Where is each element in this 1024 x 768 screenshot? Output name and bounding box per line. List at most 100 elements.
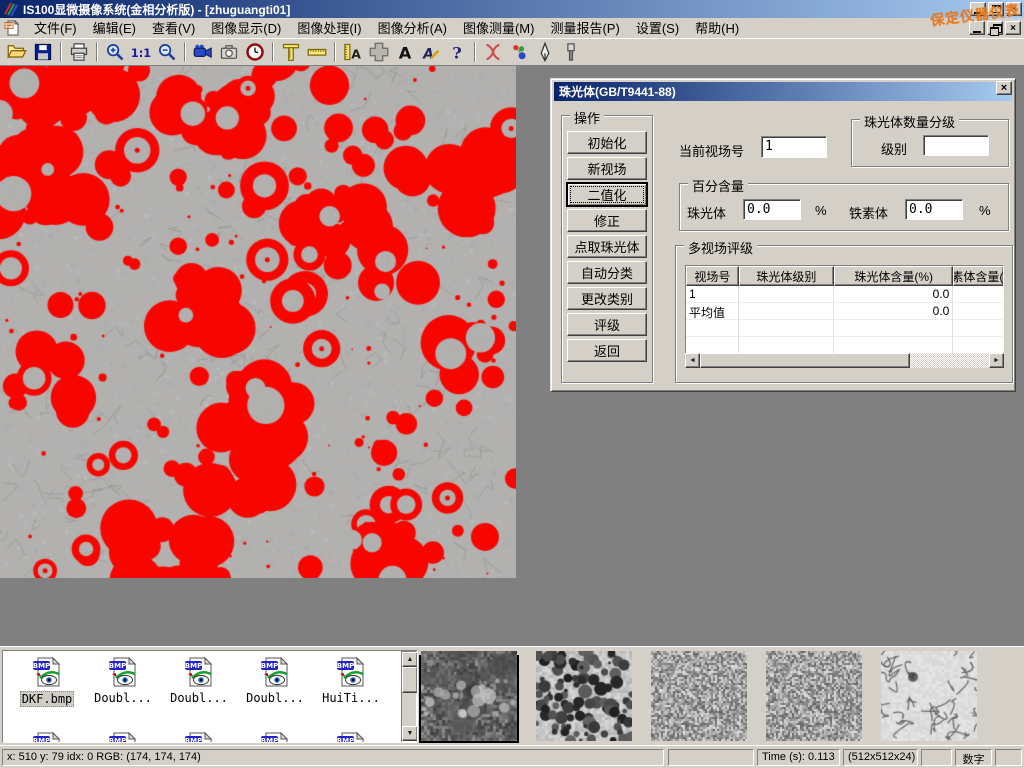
thumbnail-image-3[interactable]: [651, 651, 747, 741]
actual-size-button[interactable]: 1:1: [128, 40, 154, 64]
toolbar-separator: [334, 42, 336, 62]
ruler-button[interactable]: [304, 40, 330, 64]
scrollbar-thumb[interactable]: [402, 667, 418, 693]
menu-bar: 文件(F) 编辑(E) 查看(V) 图像显示(D) 图像处理(I) 图像分析(A…: [0, 18, 1024, 38]
save-button[interactable]: [30, 40, 56, 64]
table-row[interactable]: 平均值0.0: [686, 303, 1003, 320]
bmp-file-icon: BMP: [11, 656, 83, 691]
menu-file[interactable]: 文件(F): [26, 16, 85, 39]
help-button[interactable]: ?: [444, 40, 470, 64]
letter-a-icon: A: [395, 42, 415, 62]
scroll-right-button[interactable]: ►: [989, 353, 1004, 368]
thumbnail-image-2[interactable]: [536, 651, 632, 741]
pearlite-percent-input[interactable]: 0.0: [743, 199, 801, 220]
dialog-title-bar[interactable]: 珠光体(GB/T9441-88): [554, 82, 1012, 101]
scrollbar-track[interactable]: [910, 353, 989, 368]
table-row[interactable]: [686, 337, 1003, 354]
video-capture-button[interactable]: [190, 40, 216, 64]
table-cell: [953, 286, 1003, 303]
menu-measure-report[interactable]: 测量报告(P): [542, 16, 627, 39]
measure-text-button[interactable]: A: [340, 40, 366, 64]
open-button[interactable]: [4, 40, 30, 64]
text-label-button[interactable]: A: [392, 40, 418, 64]
file-item[interactable]: BMPHuiTi...: [315, 656, 387, 705]
curve-tool-button[interactable]: [480, 40, 506, 64]
file-name-label: DKF.bmp: [20, 691, 75, 707]
rate-button[interactable]: 评级: [567, 313, 647, 336]
menu-help[interactable]: 帮助(H): [687, 16, 747, 39]
file-item[interactable]: BMP: [87, 731, 159, 743]
menu-image-display[interactable]: 图像显示(D): [203, 16, 289, 39]
current-field-input[interactable]: 1: [761, 136, 827, 158]
change-class-button[interactable]: 更改类别: [567, 287, 647, 310]
grid-button[interactable]: [366, 40, 392, 64]
svg-text:A: A: [351, 46, 361, 61]
bmp-file-icon: BMP: [315, 731, 387, 743]
pick-pearlite-button[interactable]: 点取珠光体: [567, 235, 647, 258]
binarize-button[interactable]: 二值化: [567, 183, 647, 206]
level-input[interactable]: [923, 135, 989, 156]
file-item[interactable]: BMP: [315, 731, 387, 743]
svg-text:1:1: 1:1: [131, 47, 151, 60]
scrollbar-thumb[interactable]: [700, 353, 910, 368]
svg-text:BMP: BMP: [337, 662, 354, 670]
menu-image-analysis[interactable]: 图像分析(A): [370, 16, 455, 39]
auto-classify-button[interactable]: 自动分类: [567, 261, 647, 284]
menu-edit[interactable]: 编辑(E): [85, 16, 144, 39]
scroll-left-button[interactable]: ◄: [685, 353, 700, 368]
file-item[interactable]: BMPDoubl...: [87, 656, 159, 705]
file-item[interactable]: BMP: [11, 731, 83, 743]
cross-grid-icon: [369, 42, 389, 62]
child-close-button[interactable]: ×: [1005, 21, 1021, 35]
correct-button[interactable]: 修正: [567, 209, 647, 232]
menu-image-measure[interactable]: 图像测量(M): [455, 16, 543, 39]
file-item[interactable]: BMPDoubl...: [163, 656, 235, 705]
table-header-cell[interactable]: 视场号: [686, 266, 739, 286]
brush-button[interactable]: [558, 40, 584, 64]
print-button[interactable]: [66, 40, 92, 64]
caliper-icon: [281, 42, 301, 62]
menu-image-processing[interactable]: 图像处理(I): [289, 16, 369, 39]
annotate-button[interactable]: A: [418, 40, 444, 64]
classify-points-button[interactable]: [506, 40, 532, 64]
file-item[interactable]: BMP: [239, 731, 311, 743]
zoom-in-button[interactable]: [102, 40, 128, 64]
ferrite-percent-input[interactable]: 0.0: [905, 199, 963, 220]
new-field-button[interactable]: 新视场: [567, 157, 647, 180]
thumbnail-image-5[interactable]: [881, 651, 977, 741]
snapshot-button[interactable]: [216, 40, 242, 64]
restore-icon: [990, 24, 1000, 33]
zoom-out-button[interactable]: [154, 40, 180, 64]
scroll-up-button[interactable]: ▲: [402, 652, 418, 667]
return-button[interactable]: 返回: [567, 339, 647, 362]
table-header-cell[interactable]: 珠光体级别: [739, 266, 834, 286]
table-horizontal-scrollbar: ◄ ►: [685, 353, 1004, 368]
brush-icon: [561, 42, 581, 62]
table-header-cell[interactable]: 珠光体含量(%): [834, 266, 953, 286]
file-item[interactable]: BMPDKF.bmp: [11, 656, 83, 707]
ferrite-label: 铁素体: [849, 203, 888, 222]
table-header-cell[interactable]: 铁素体含量(%): [953, 266, 1003, 286]
level-label: 级别: [881, 139, 907, 158]
pen-button[interactable]: [532, 40, 558, 64]
video-camera-icon: [193, 42, 213, 62]
file-item[interactable]: BMPDoubl...: [239, 656, 311, 705]
scroll-down-button[interactable]: ▼: [402, 726, 418, 741]
svg-text:BMP: BMP: [261, 662, 278, 670]
thumbnail-image-4[interactable]: [766, 651, 862, 741]
menu-view[interactable]: 查看(V): [144, 16, 203, 39]
table-row[interactable]: [686, 320, 1003, 337]
svg-text:A: A: [422, 46, 434, 62]
status-bar: x: 510 y: 79 idx: 0 RGB: (174, 174, 174)…: [0, 745, 1024, 768]
table-row[interactable]: 10.0: [686, 286, 1003, 303]
timer-button[interactable]: [242, 40, 268, 64]
caliper-button[interactable]: [278, 40, 304, 64]
thumbnail-image-1[interactable]: [421, 651, 517, 741]
initialize-button[interactable]: 初始化: [567, 131, 647, 154]
menu-settings[interactable]: 设置(S): [628, 16, 687, 39]
table-header-row: 视场号珠光体级别珠光体含量(%)铁素体含量(%): [686, 266, 1003, 286]
file-item[interactable]: BMP: [163, 731, 235, 743]
dialog-close-button[interactable]: ×: [996, 81, 1012, 95]
file-list-scrollbar: ▲ ▼: [401, 651, 417, 742]
binarized-micrograph-image[interactable]: [0, 66, 516, 578]
